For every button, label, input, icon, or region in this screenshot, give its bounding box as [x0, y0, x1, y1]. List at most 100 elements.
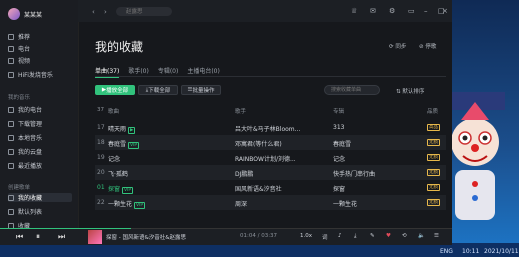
sidebar-item-hifi[interactable]: HiFi发烧音乐 — [8, 70, 72, 79]
table-row[interactable]: 20 飞·孤鹤 DJ鹏鹏 快手热门串行曲 无损 — [95, 165, 446, 180]
song-title[interactable]: 探窗 — [108, 186, 120, 193]
header-quality: 品质 — [427, 109, 439, 115]
sidebar: 某某某 推荐 电台 视频 HiFi发烧音乐 我的音乐 我的电台 下载管理 本地音… — [0, 0, 79, 244]
skin-icon[interactable]: ♕ — [351, 7, 357, 15]
quality-badge: 高品 — [427, 124, 440, 131]
song-album[interactable]: 记念 — [333, 154, 345, 163]
taskbar-date: 2021/10/11 — [484, 248, 519, 255]
clock-icon — [8, 162, 14, 169]
search-input[interactable] — [116, 7, 172, 16]
lyrics-icon[interactable]: 词 — [322, 233, 328, 241]
sidebar-item-recommend[interactable]: 推荐 — [8, 32, 72, 41]
page-title: 我的收藏 — [95, 40, 144, 54]
quality-badge: 无损 — [427, 139, 440, 146]
album-cover[interactable] — [88, 230, 102, 244]
song-album[interactable]: 一颗生花 — [333, 199, 357, 208]
quality-badge: 无损 — [427, 169, 440, 176]
quality-badge: 无损 — [427, 154, 440, 161]
header-title[interactable]: 歌曲 — [108, 107, 119, 115]
download-icon[interactable]: ⤓ — [354, 233, 356, 240]
player-bar: ⏮ ⏸ ⏭ 探窗 - 国风新语&汐音社&赵露思 01:04 / 03:37 1.… — [0, 228, 452, 245]
song-title[interactable]: 春庭雪 — [108, 141, 126, 148]
sidebar-item-recent[interactable]: 最近播放 — [8, 161, 72, 170]
song-album[interactable]: 探窗 — [333, 184, 345, 193]
main-content: 我的收藏 ⟳ 同步 ⊘ 停歌 单曲(37) 歌手(0) 专辑(0) 主播电台(0… — [78, 22, 452, 230]
playlist-icon[interactable]: ☰ — [434, 233, 439, 239]
song-artist[interactable]: RAINBOW计划/刘德... — [235, 154, 325, 163]
sidebar-item-favorites[interactable]: 我的收藏 — [8, 193, 72, 202]
back-button[interactable]: ‹ — [92, 8, 95, 16]
cloud-icon — [8, 148, 14, 155]
speed-button[interactable]: 1.0x — [300, 233, 312, 239]
progress-bar[interactable] — [0, 228, 452, 229]
quality-badge: 无损 — [427, 199, 440, 206]
user-profile[interactable]: 某某某 — [8, 8, 42, 20]
avatar[interactable] — [8, 8, 20, 20]
headphone-icon — [8, 71, 14, 78]
mail-icon[interactable]: ✉ — [370, 7, 376, 15]
taskbar-time: 10:11 — [462, 248, 480, 255]
close-icon[interactable]: × — [442, 7, 448, 15]
sidebar-item-video[interactable]: 视频 — [8, 56, 72, 65]
table-row[interactable]: 17 晴天雨 ▶ 吕大叶&马子林Bloom... 313 高品 — [95, 120, 446, 135]
volume-icon[interactable]: 🔈 — [418, 233, 425, 239]
table-header: 37 歌曲 歌手 专辑 品质 — [95, 107, 446, 116]
sidebar-item-my-radio[interactable]: 我的电台 — [8, 105, 72, 114]
settings-icon[interactable]: ⚙ — [389, 7, 395, 15]
header-artist[interactable]: 歌手 — [235, 107, 246, 115]
batch-button[interactable]: ☰ 批量操作 — [181, 85, 221, 95]
song-artist[interactable]: 邓寓君(等什么君) — [235, 139, 325, 148]
sidebar-item-default-list[interactable]: 默认列表 — [8, 207, 72, 216]
song-artist[interactable]: 国风新语&汐音社 — [235, 184, 325, 193]
previous-icon[interactable]: ⏮ — [16, 232, 23, 242]
song-album[interactable]: 快手热门串行曲 — [333, 169, 375, 178]
tab-divider — [95, 76, 446, 77]
table-row[interactable]: 19 记念 RAINBOW计划/刘德... 记念 无损 — [95, 150, 446, 165]
top-bar: ‹ › ↻ ⌕ ♕ ✉ ⚙ ▭ – □ × — [78, 0, 452, 22]
quality-badge: 无损 — [427, 184, 440, 191]
sidebar-item-local[interactable]: 本地音乐 — [8, 133, 72, 142]
song-title[interactable]: 一颗生花 — [108, 201, 132, 208]
radio-icon — [8, 45, 14, 52]
sort-button[interactable]: ⇅ 默认排序 — [396, 87, 424, 95]
taskbar-lang: ENG — [440, 248, 453, 255]
vip-badge: VIP — [134, 202, 146, 209]
mini-mode-icon[interactable]: ▭ — [408, 7, 415, 15]
sidebar-item-downloads[interactable]: 下载管理 — [8, 119, 72, 128]
song-artist[interactable]: 周深 — [235, 199, 325, 208]
header-album[interactable]: 专辑 — [333, 107, 344, 115]
download-icon — [8, 120, 14, 127]
list-icon — [8, 208, 14, 215]
table-row[interactable]: 22 一颗生花 VIP 周深 一颗生花 无损 — [95, 195, 446, 210]
hide-button[interactable]: ⊘ 停歌 — [419, 42, 436, 50]
sidebar-item-radio[interactable]: 电台 — [8, 44, 72, 53]
song-title[interactable]: 晴天雨 — [108, 126, 126, 133]
forward-button[interactable]: › — [104, 8, 107, 16]
like-heart-icon[interactable]: ♥ — [386, 233, 391, 239]
sync-button[interactable]: ⟳ 同步 — [389, 42, 406, 50]
loop-icon[interactable]: ⟲ — [402, 233, 407, 239]
table-row-playing[interactable]: 01 探窗 VIP 国风新语&汐音社 探窗 无损 — [95, 180, 446, 195]
sidebar-item-cloud[interactable]: 我的云盘 — [8, 147, 72, 156]
song-artist[interactable]: DJ鹏鹏 — [235, 169, 325, 178]
play-all-button[interactable]: ▶ 播放全部 — [95, 85, 135, 95]
next-icon[interactable]: ⏭ — [58, 232, 65, 242]
section-my-music: 我的音乐 — [8, 95, 31, 101]
song-artist[interactable]: 吕大叶&马子林Bloom... — [235, 124, 325, 133]
comment-icon[interactable]: ✎ — [370, 233, 375, 239]
song-album[interactable]: 313 — [333, 124, 344, 131]
sound-effect-icon[interactable]: ♪ — [338, 233, 342, 239]
pause-icon[interactable]: ⏸ — [36, 232, 40, 242]
now-playing-text[interactable]: 探窗 - 国风新语&汐音社&赵露思 — [106, 233, 186, 241]
list-search-input[interactable] — [324, 85, 380, 95]
song-album[interactable]: 春庭雪 — [333, 139, 351, 148]
song-title[interactable]: 记念 — [108, 154, 120, 163]
download-all-button[interactable]: ⤓ 下载全部 — [138, 85, 178, 95]
username: 某某某 — [24, 11, 43, 19]
minimize-icon[interactable]: – — [424, 7, 428, 15]
mv-badge[interactable]: ▶ — [128, 127, 136, 134]
table-row[interactable]: 18 春庭雪 VIP 邓寓君(等什么君) 春庭雪 无损 — [95, 135, 446, 150]
vip-badge: VIP — [122, 187, 134, 194]
song-title[interactable]: 飞·孤鹤 — [108, 169, 128, 178]
vip-badge: VIP — [128, 142, 140, 149]
